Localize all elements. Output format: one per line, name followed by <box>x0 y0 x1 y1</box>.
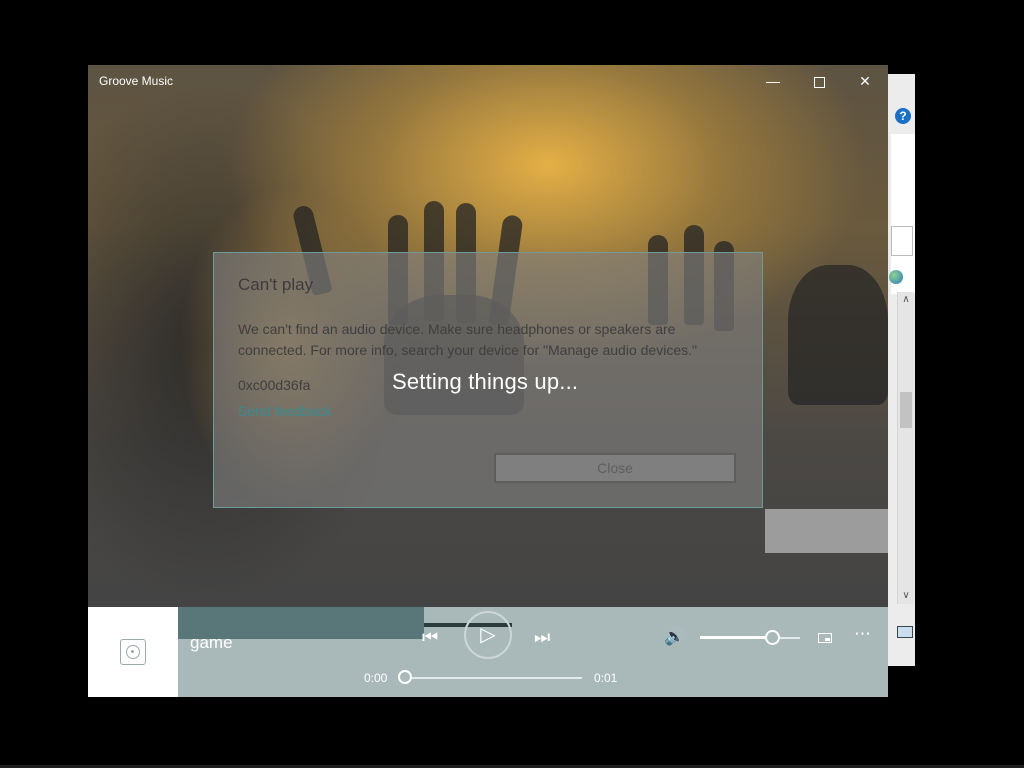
time-total: 0:01 <box>594 671 618 685</box>
maximize-button[interactable] <box>796 65 842 97</box>
time-elapsed: 0:00 <box>364 671 388 685</box>
setup-status-text: Setting things up... <box>392 369 579 394</box>
mini-player-icon[interactable] <box>818 633 832 643</box>
scrollbar-thumb[interactable] <box>900 392 912 428</box>
dialog-close-button[interactable]: Close <box>494 453 736 483</box>
send-feedback-link[interactable]: Send feedback <box>238 403 331 419</box>
background-window-scrollbar[interactable]: ∧ ∨ <box>897 292 914 604</box>
help-icon[interactable]: ? <box>895 108 911 124</box>
gray-block <box>765 509 888 553</box>
error-code: 0xc00d36fa <box>238 377 311 393</box>
player-bar: game ⏮ ▷ ⏭ 0:00 0:01 🔊 ⋯ <box>88 607 888 697</box>
track-title[interactable]: game <box>190 633 233 653</box>
dialog-title: Can't play <box>238 275 314 294</box>
maximize-icon <box>813 76 825 88</box>
volume-fill <box>700 636 772 639</box>
background-window-field[interactable] <box>891 226 913 256</box>
minimize-button[interactable]: — <box>750 65 796 97</box>
album-thumbnail[interactable] <box>88 607 178 697</box>
window-title: Groove Music <box>99 74 174 88</box>
scroll-up-icon[interactable]: ∧ <box>898 292 914 308</box>
groove-music-window: Groove Music — ✕ Can't play We can't fin… <box>88 65 888 697</box>
disc-icon <box>120 639 146 665</box>
close-window-button[interactable]: ✕ <box>842 65 888 97</box>
scroll-down-icon[interactable]: ∨ <box>898 588 914 604</box>
volume-thumb[interactable] <box>765 630 780 645</box>
window-icon[interactable] <box>897 626 913 638</box>
globe-icon[interactable] <box>889 270 903 284</box>
next-icon[interactable]: ⏭ <box>534 627 556 647</box>
more-options-icon[interactable]: ⋯ <box>854 624 872 644</box>
volume-icon[interactable]: 🔊 <box>664 627 685 647</box>
play-button[interactable]: ▷ <box>464 611 512 659</box>
dialog-message: We can't find an audio device. Make sure… <box>238 321 697 358</box>
seek-thumb[interactable] <box>398 670 412 684</box>
hand-silhouette <box>788 265 888 405</box>
seek-bar[interactable] <box>406 677 582 679</box>
title-bar: Groove Music — ✕ <box>88 65 888 97</box>
previous-icon[interactable]: ⏮ <box>422 627 444 647</box>
